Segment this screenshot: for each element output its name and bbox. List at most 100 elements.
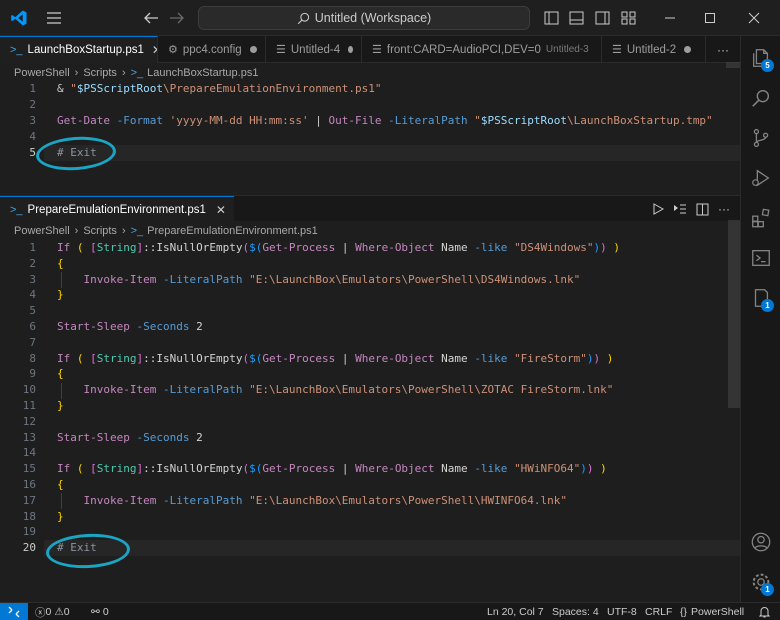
code-token: If [57, 241, 71, 254]
line-number: 5 [29, 146, 36, 159]
code-line[interactable]: 2 [0, 97, 740, 113]
indentation[interactable]: Spaces: 4 [552, 603, 599, 620]
code-line[interactable]: 2{ [0, 256, 740, 272]
breadcrumb-item[interactable]: PowerShell [14, 225, 70, 237]
tab-ppc4-config[interactable]: ⚙ ppc4.config [158, 36, 266, 63]
code-line[interactable]: 8 If ( [String]::IsNullOrEmpty($(Get-Proc… [0, 351, 740, 367]
unsaved-dot-icon[interactable] [348, 46, 353, 53]
code-text: Start-Sleep -Seconds 2 [57, 319, 203, 335]
pull-request-icon[interactable]: 1 [741, 278, 780, 318]
code-line[interactable]: 13 Start-Sleep -Seconds 2 [0, 430, 740, 446]
scrollbar-thumb[interactable] [728, 220, 740, 408]
line-number: 7 [29, 335, 36, 349]
tab-untitled-4[interactable]: ☰ Untitled-4 [266, 36, 362, 63]
code-token: \LaunchBoxStartup.tmp" [566, 114, 713, 127]
split-editor-icon[interactable] [696, 203, 709, 216]
unsaved-dot-icon[interactable] [249, 46, 257, 53]
code-line[interactable]: 18} [0, 509, 740, 525]
code-line[interactable]: 7 [0, 335, 740, 351]
language-mode[interactable]: {} PowerShell [680, 603, 744, 620]
code-line[interactable]: 1 If ( [String]::IsNullOrEmpty($(Get-Proc… [0, 240, 740, 256]
code-token: ( [76, 462, 84, 476]
code-token: -like [474, 462, 508, 476]
explorer-icon[interactable]: 5 [741, 38, 780, 78]
cursor-position[interactable]: Ln 20, Col 7 [487, 603, 544, 620]
close-icon[interactable]: ✕ [216, 203, 226, 217]
menu-icon[interactable] [42, 0, 66, 36]
code-token: "DS4Windows" [514, 241, 594, 254]
code-line[interactable]: 11} [0, 398, 740, 414]
search-icon[interactable] [741, 78, 780, 118]
tab-label: LaunchBoxStartup.ps1 [27, 44, 144, 56]
code-line[interactable]: 16 { [0, 477, 740, 493]
breadcrumb-item[interactable]: PrepareEmulationEnvironment.ps1 [147, 225, 318, 237]
accounts-icon[interactable] [741, 522, 780, 562]
code-line[interactable]: 3 Get-Date -Format 'yyyy-MM-dd HH:mm:ss' … [0, 113, 740, 129]
problems-indicator[interactable]: ⓧ 0 ⚠ 0 [35, 603, 70, 620]
editor-actions: ··· [652, 196, 730, 222]
unsaved-dot-icon[interactable] [684, 46, 692, 53]
breadcrumb-item[interactable]: Scripts [83, 225, 117, 237]
code-text: If ( [String]::IsNullOrEmpty($(Get-Proce… [57, 351, 613, 367]
code-token: "E:\LaunchBox\Emulators\PowerShell\DS4Wi… [249, 272, 581, 286]
code-line[interactable]: 4} [0, 287, 740, 303]
tab-launchboxstartup[interactable]: >_ LaunchBoxStartup.ps1 ✕ [0, 36, 158, 63]
code-token: 'yyyy-MM-dd HH:mm:ss' [169, 114, 309, 127]
tab-label: Untitled-4 [290, 43, 341, 56]
code-line[interactable]: 14 [0, 445, 740, 461]
extensions-icon[interactable] [741, 198, 780, 238]
code-token: ) [606, 351, 614, 365]
code-line[interactable]: 17 Invoke-Item -LiteralPath "E:\LaunchBo… [0, 493, 740, 509]
line-ending[interactable]: CRLF [645, 603, 672, 620]
code-token: [ [90, 241, 97, 254]
more-tabs-icon[interactable]: ··· [706, 36, 740, 63]
code-line[interactable]: 12 [0, 414, 740, 430]
code-token: ::IsNullOrEmpty [143, 241, 243, 254]
more-actions-icon[interactable]: ··· [718, 202, 730, 216]
toggle-secondary-sidebar-icon[interactable] [592, 0, 612, 36]
command-center-search[interactable]: Untitled (Workspace) [198, 6, 530, 30]
code-line[interactable]: 1 & "$PSScriptRoot\PrepareEmulationEnviro… [0, 81, 740, 97]
toggle-primary-sidebar-icon[interactable] [541, 0, 561, 36]
customize-layout-icon[interactable] [618, 0, 638, 36]
source-control-icon[interactable] [741, 118, 780, 158]
tab-prepareemulationenvironment[interactable]: >_ PrepareEmulationEnvironment.ps1 ✕ [0, 196, 234, 222]
code-line[interactable]: 5 [0, 303, 740, 319]
maximize-icon[interactable] [692, 0, 728, 36]
remote-indicator-icon[interactable] [0, 603, 28, 620]
code-text: } [57, 287, 64, 303]
tab-label: front:CARD=AudioPCI,DEV=0 [386, 43, 541, 56]
toggle-panel-icon[interactable] [566, 0, 586, 36]
forward-arrow-icon[interactable] [166, 0, 188, 36]
code-line[interactable]: 3 Invoke-Item -LiteralPath "E:\LaunchBox… [0, 272, 740, 288]
tab-untitled-3[interactable]: ☰ front:CARD=AudioPCI,DEV=0 Untitled-3 [362, 36, 602, 63]
code-line[interactable]: 9{ [0, 366, 740, 382]
encoding[interactable]: UTF-8 [607, 603, 637, 620]
back-arrow-icon[interactable] [140, 0, 162, 36]
code-line[interactable]: 10 Invoke-Item -LiteralPath "E:\LaunchBo… [0, 382, 740, 398]
close-icon[interactable] [736, 0, 772, 36]
line-number: 17 [22, 493, 36, 507]
run-icon[interactable] [652, 203, 664, 215]
notifications-bell-icon[interactable] [759, 603, 770, 620]
breadcrumb-item[interactable]: Scripts [83, 67, 117, 79]
code-token: $PSScriptRoot [76, 82, 163, 95]
manage-gear-icon[interactable]: 1 [741, 562, 780, 602]
run-debug-icon[interactable] [741, 158, 780, 198]
run-selection-icon[interactable] [673, 203, 687, 215]
scrollbar-thumb[interactable] [726, 62, 740, 68]
tab-untitled-2[interactable]: ☰ Untitled-2 [602, 36, 706, 63]
code-line[interactable]: 6 Start-Sleep -Seconds 2 [0, 319, 740, 335]
powershell-terminal-icon[interactable] [741, 238, 780, 278]
code-token: Invoke-Item [83, 272, 157, 286]
code-token: Name [434, 351, 475, 365]
minimize-icon[interactable] [652, 0, 688, 36]
breadcrumb-item[interactable]: LaunchBoxStartup.ps1 [147, 67, 258, 79]
line-number: 5 [29, 304, 36, 318]
line-number: 14 [22, 446, 36, 460]
breadcrumb-item[interactable]: PowerShell [14, 67, 70, 79]
ports-indicator[interactable]: ⚯ 0 [91, 603, 109, 620]
code-line[interactable]: 15 If ( [String]::IsNullOrEmpty($(Get-Pro… [0, 461, 740, 477]
